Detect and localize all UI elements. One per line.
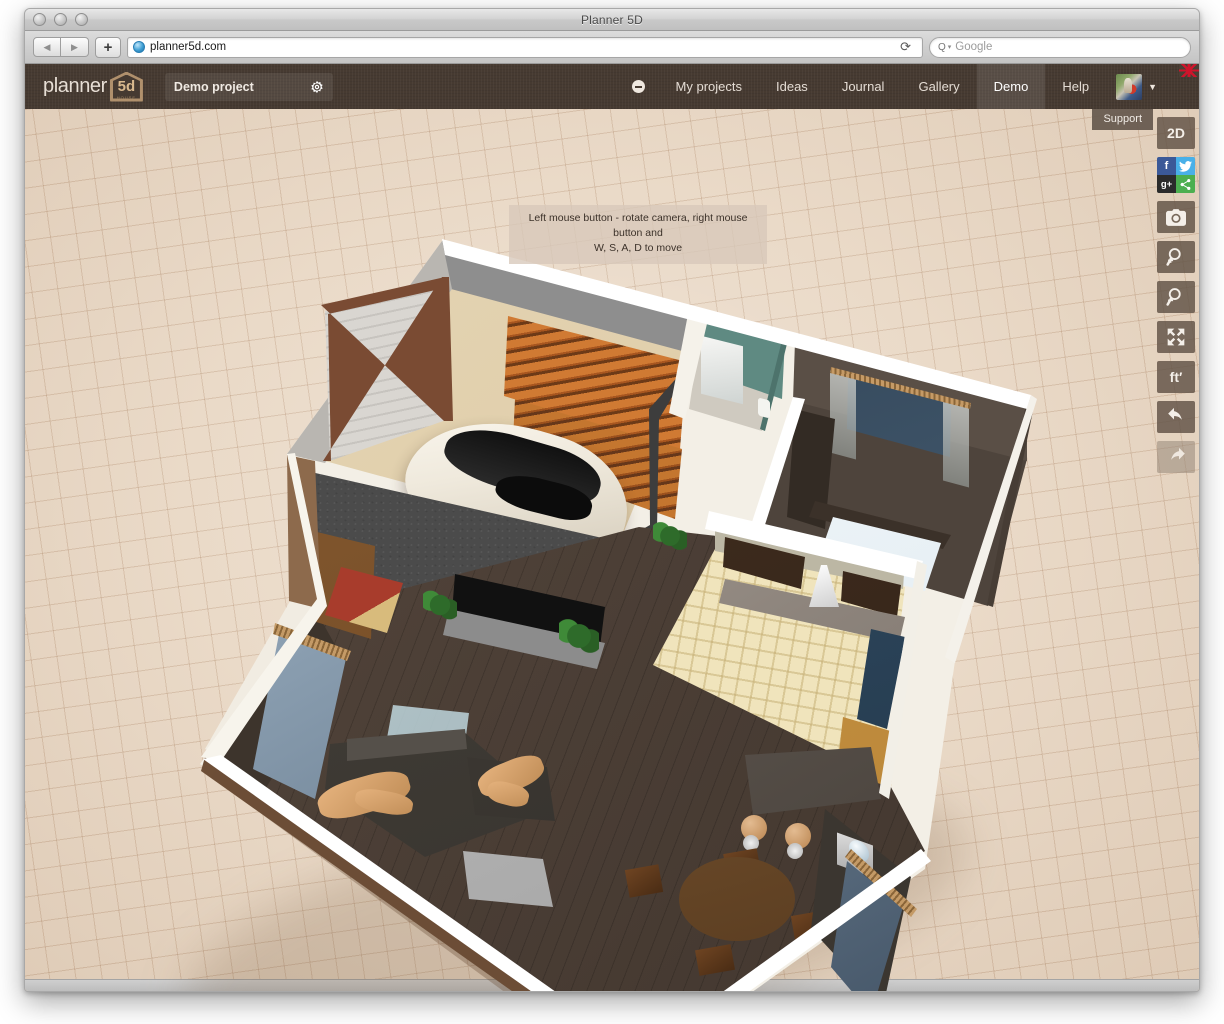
redo-button[interactable] <box>1157 441 1195 473</box>
search-icon: Q <box>938 42 946 53</box>
3d-viewport[interactable]: Left mouse button - rotate camera, right… <box>25 109 1199 992</box>
minus-circle-icon[interactable] <box>618 64 659 109</box>
nav-item-gallery[interactable]: Gallery <box>901 64 976 109</box>
new-tab-button[interactable]: + <box>95 37 121 58</box>
zoom-out-button[interactable] <box>1157 281 1195 313</box>
search-placeholder: Google <box>955 41 992 53</box>
units-toggle-button[interactable]: ft′ <box>1157 361 1195 393</box>
chevron-down-icon: ▾ <box>948 43 952 51</box>
back-button[interactable]: ◀ <box>33 37 61 57</box>
minimize-window-button[interactable] <box>54 13 67 26</box>
camera-hint-line-1: Left mouse button - rotate camera, right… <box>517 211 759 241</box>
social-share-group[interactable]: f g+ <box>1157 157 1195 193</box>
fullscreen-button[interactable] <box>1157 321 1195 353</box>
address-bar[interactable]: planner5d.com ⟳ <box>127 37 923 58</box>
browser-titlebar: Planner 5D <box>25 9 1199 31</box>
forward-button[interactable]: ▶ <box>61 37 89 57</box>
brand-badge-number: 5d <box>118 79 136 94</box>
nav-item-demo[interactable]: Demo <box>977 64 1046 109</box>
zoom-in-button[interactable] <box>1157 241 1195 273</box>
app-header: planner 5d HOUSE Demo project My project… <box>25 64 1199 109</box>
nav-item-ideas[interactable]: Ideas <box>759 64 825 109</box>
potted-plant <box>559 615 599 657</box>
bar-stool-base <box>787 843 803 859</box>
support-tooltip: Support <box>1092 109 1153 130</box>
twitter-icon[interactable] <box>1176 157 1195 175</box>
toggle-2d-view-button[interactable]: 2D <box>1157 117 1195 149</box>
globe-icon <box>133 41 145 53</box>
project-name: Demo project <box>174 80 254 94</box>
window-controls[interactable] <box>33 13 88 26</box>
camera-hint-tooltip: Left mouse button - rotate camera, right… <box>509 205 767 264</box>
nav-item-journal[interactable]: Journal <box>825 64 902 109</box>
planner5d-logo[interactable]: planner 5d HOUSE <box>25 72 143 102</box>
uk-flag-icon[interactable] <box>1179 64 1199 77</box>
window-title: Planner 5D <box>581 13 643 27</box>
zoom-window-button[interactable] <box>75 13 88 26</box>
avatar[interactable] <box>1116 74 1142 100</box>
bedroom-curtain-right <box>943 399 969 488</box>
account-menu[interactable]: ▼ <box>1106 64 1167 109</box>
nav-item-help[interactable]: Help <box>1045 64 1106 109</box>
nav-buttons: ◀ ▶ <box>33 37 89 57</box>
toilet <box>758 398 770 419</box>
url-text: planner5d.com <box>150 41 226 53</box>
project-selector[interactable]: Demo project <box>165 73 333 101</box>
brand-badge-sub: HOUSE <box>117 95 136 100</box>
chevron-down-icon[interactable]: ▼ <box>1148 82 1157 92</box>
potted-plant <box>423 587 457 623</box>
dining-chair <box>625 864 663 897</box>
potted-plant <box>653 519 687 553</box>
shower-enclosure <box>701 336 743 404</box>
brand-house-badge-icon: 5d HOUSE <box>110 72 143 102</box>
nav-item-my-projects[interactable]: My projects <box>659 64 759 109</box>
brand-wordmark: planner <box>43 75 107 98</box>
viewport-toolbar: 2D f g+ <box>1153 117 1199 473</box>
browser-toolbar: ◀ ▶ + planner5d.com ⟳ Q ▾ Google <box>25 31 1199 64</box>
googleplus-icon[interactable]: g+ <box>1157 175 1176 193</box>
search-input[interactable]: Q ▾ Google <box>929 37 1191 58</box>
undo-button[interactable] <box>1157 401 1195 433</box>
share-icon[interactable] <box>1176 175 1195 193</box>
facebook-icon[interactable]: f <box>1157 157 1176 175</box>
bedroom-curtain-left <box>830 371 856 460</box>
close-window-button[interactable] <box>33 13 46 26</box>
camera-hint-line-2: W, S, A, D to move <box>517 241 759 256</box>
browser-window: Planner 5D ◀ ▶ + planner5d.com ⟳ Q ▾ Goo… <box>24 8 1200 992</box>
gear-icon[interactable] <box>310 80 324 94</box>
reload-icon[interactable]: ⟳ <box>894 39 917 55</box>
main-navigation: My projects Ideas Journal Gallery Demo H… <box>618 64 1199 109</box>
screenshot-button[interactable] <box>1157 201 1195 233</box>
